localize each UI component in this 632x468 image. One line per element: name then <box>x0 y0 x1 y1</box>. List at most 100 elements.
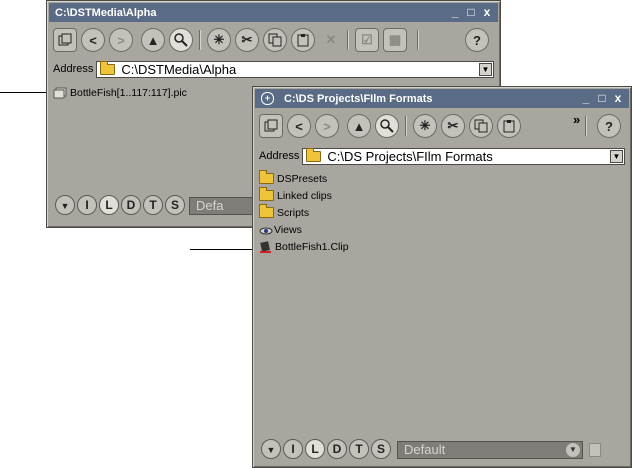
minimize-icon[interactable]: _ <box>448 5 462 19</box>
address-field[interactable]: C:\DS Projects\FIlm Formats ▼ <box>302 147 625 165</box>
asterisk-icon: ✳ <box>213 32 225 47</box>
browser-mode-button[interactable] <box>259 114 283 138</box>
copy-icon <box>268 33 282 47</box>
view-mode-t[interactable]: T <box>349 439 369 459</box>
folder-icon <box>259 170 274 184</box>
forward-button[interactable]: > <box>315 114 339 138</box>
view-menu-button[interactable]: ▼ <box>261 439 281 459</box>
new-button[interactable]: ✳ <box>413 114 437 138</box>
paste-button[interactable] <box>291 28 315 52</box>
view-mode-l[interactable]: L <box>305 439 325 459</box>
close-icon[interactable]: x <box>480 5 494 19</box>
magnifier-icon <box>380 119 394 133</box>
preset-select[interactable]: Default ▼ <box>397 441 583 459</box>
dropdown-arrow-icon[interactable]: ▼ <box>479 62 492 76</box>
browser-mode-button[interactable] <box>53 28 77 52</box>
delete-button[interactable]: ✕ <box>319 28 343 52</box>
back-button[interactable]: < <box>287 114 311 138</box>
toolbar-separator <box>585 116 586 136</box>
maximize-icon[interactable]: □ <box>595 91 609 105</box>
dropdown-arrow-icon[interactable]: ▼ <box>610 149 623 163</box>
address-label: Address <box>259 150 300 162</box>
folder-icon <box>259 204 274 218</box>
delete-x-icon: ✕ <box>325 32 337 47</box>
preset-value: Default <box>404 442 446 457</box>
forward-button[interactable]: > <box>109 28 133 52</box>
search-button[interactable] <box>169 28 193 52</box>
item-label: BottleFish[1..117:117].pic <box>70 86 187 99</box>
address-value: C:\DS Projects\FIlm Formats <box>327 148 493 164</box>
check-button[interactable]: ☑ <box>355 28 379 52</box>
window-front-toolbar: < > ▲ ✳ ✂ » ? <box>259 112 625 140</box>
help-button[interactable]: ? <box>465 28 489 52</box>
view-mode-t[interactable]: T <box>143 195 163 215</box>
item-label: BottleFish1.Clip <box>275 240 349 253</box>
list-item[interactable]: DSPresets <box>257 170 627 187</box>
save-preset-button[interactable] <box>589 443 601 457</box>
chevron-down-icon: ▼ <box>60 201 70 211</box>
folder-icon <box>306 147 322 162</box>
window-front-title: C:\DS Projects\FIlm Formats <box>284 92 433 105</box>
browser-mode-icon <box>264 119 278 132</box>
cut-button[interactable]: ✂ <box>235 28 259 52</box>
up-folder-button[interactable]: ▲ <box>347 114 371 138</box>
window-back-title: C:\DSTMedia\Alpha <box>55 6 157 19</box>
chevron-down-icon: ▼ <box>266 445 276 455</box>
toolbar-separator <box>417 30 418 50</box>
list-item[interactable]: Linked clips <box>257 187 627 204</box>
list-item[interactable]: Views <box>257 221 627 238</box>
scissors-icon: ✂ <box>241 32 253 47</box>
folder-icon <box>259 187 274 201</box>
view-mode-l[interactable]: L <box>99 195 119 215</box>
window-back-toolbar: < > ▲ ✳ ✂ ✕ ☑ ▦ ? <box>53 26 494 54</box>
help-button[interactable]: ? <box>597 114 621 138</box>
new-button[interactable]: ✳ <box>207 28 231 52</box>
view-mode-d[interactable]: D <box>121 195 141 215</box>
settings-icon: + <box>261 92 274 105</box>
view-menu-button[interactable]: ▼ <box>55 195 75 215</box>
window-front-bottom-bar: ▼ I L D T S Default ▼ <box>257 435 627 463</box>
back-button[interactable]: < <box>81 28 105 52</box>
view-mode-s[interactable]: S <box>165 195 185 215</box>
callout-line-bottom <box>190 249 252 250</box>
maximize-icon[interactable]: □ <box>464 5 478 19</box>
grid-button[interactable]: ▦ <box>383 28 407 52</box>
paste-button[interactable] <box>497 114 521 138</box>
toolbar-separator <box>199 30 200 50</box>
toolbar-overflow-icon[interactable]: » <box>573 112 580 127</box>
toolbar-separator <box>347 30 348 50</box>
up-folder-button[interactable]: ▲ <box>141 28 165 52</box>
list-item[interactable]: BottleFish1.Clip <box>257 238 627 255</box>
list-item[interactable]: Scripts <box>257 204 627 221</box>
window-front-address-bar: Address C:\DS Projects\FIlm Formats ▼ <box>259 147 625 165</box>
asterisk-icon: ✳ <box>419 118 431 133</box>
window-back-titlebar[interactable]: C:\DSTMedia\Alpha _ □ x <box>49 3 498 22</box>
magnifier-icon <box>174 33 188 47</box>
close-icon[interactable]: x <box>611 91 625 105</box>
copy-button[interactable] <box>469 114 493 138</box>
explorer-window-front: + C:\DS Projects\FIlm Formats _ □ x < > … <box>252 86 632 468</box>
toolbar-separator <box>405 116 406 136</box>
cut-button[interactable]: ✂ <box>441 114 465 138</box>
minimize-icon[interactable]: _ <box>579 91 593 105</box>
scissors-icon: ✂ <box>447 118 459 133</box>
view-mode-d[interactable]: D <box>327 439 347 459</box>
window-front-titlebar[interactable]: + C:\DS Projects\FIlm Formats _ □ x <box>255 89 629 108</box>
preset-select[interactable]: Defa <box>189 197 253 215</box>
chevron-down-icon: ▼ <box>566 443 580 457</box>
view-mode-s[interactable]: S <box>371 439 391 459</box>
paste-icon <box>297 34 309 47</box>
clip-icon <box>260 240 271 253</box>
address-value: C:\DSTMedia\Alpha <box>121 61 237 77</box>
view-mode-i[interactable]: I <box>283 439 303 459</box>
folder-icon <box>100 60 116 75</box>
item-label: Views <box>274 223 302 236</box>
views-icon <box>259 227 273 234</box>
callout-line-top <box>0 92 46 93</box>
copy-button[interactable] <box>263 28 287 52</box>
address-label: Address <box>53 63 94 75</box>
grid-icon: ▦ <box>388 32 402 47</box>
view-mode-i[interactable]: I <box>77 195 97 215</box>
search-button[interactable] <box>375 114 399 138</box>
address-field[interactable]: C:\DSTMedia\Alpha ▼ <box>96 60 494 78</box>
